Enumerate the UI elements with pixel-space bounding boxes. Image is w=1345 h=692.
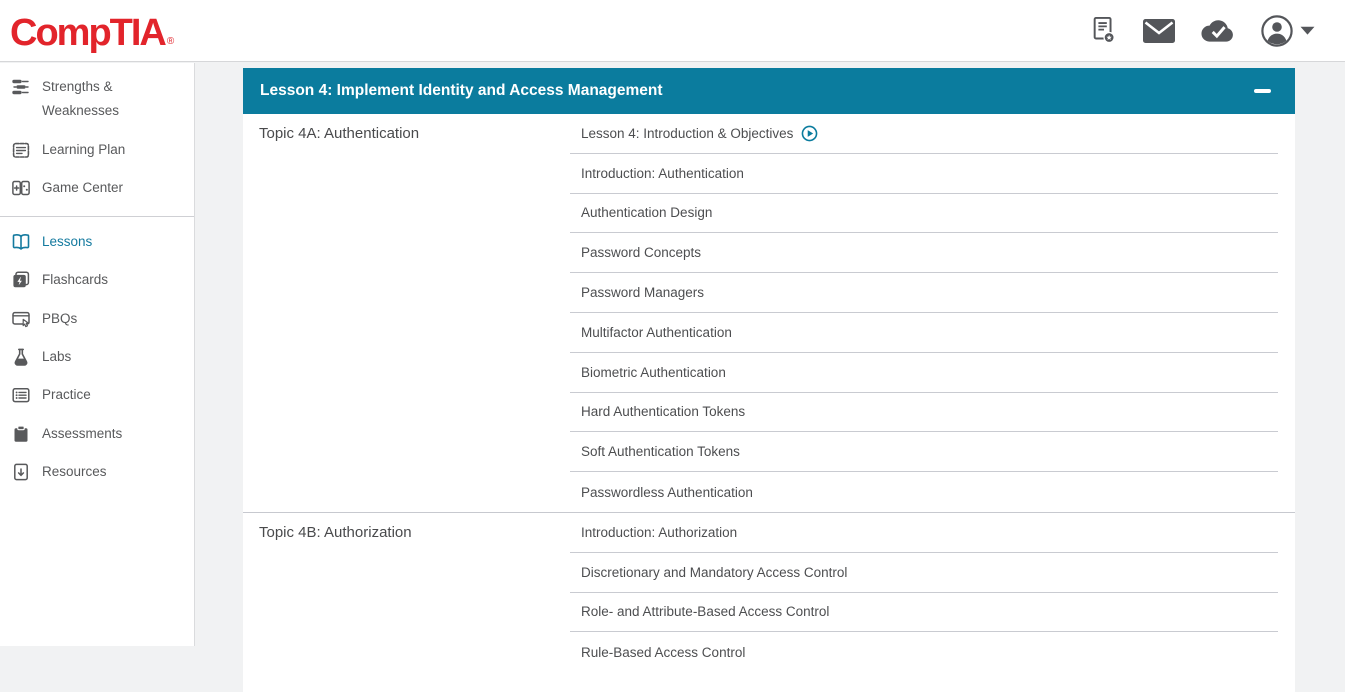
lesson-item-label: Role- and Attribute-Based Access Control [581, 604, 829, 619]
lesson-item[interactable]: Soft Authentication Tokens [570, 432, 1278, 472]
lesson-item-label: Introduction: Authorization [581, 525, 737, 540]
sidebar-item-pbqs[interactable]: PBQs [0, 300, 194, 338]
sidebar-item-label: Practice [42, 383, 91, 407]
lesson-item-label: Introduction: Authentication [581, 166, 744, 181]
topics-list: Topic 4A: Authentication Lesson 4: Intro… [243, 114, 1295, 692]
labs-icon [11, 347, 31, 367]
assessments-icon [11, 424, 31, 444]
lesson-item[interactable]: Discretionary and Mandatory Access Contr… [570, 553, 1278, 593]
lesson-item-label: Multifactor Authentication [581, 325, 732, 340]
sidebar: Strengths & Weaknesses Learning Plan Gam… [0, 63, 195, 646]
game-center-icon [11, 178, 31, 198]
lesson-item[interactable]: Password Managers [570, 273, 1278, 313]
logo-text: CompTIA [10, 10, 165, 52]
lesson-item-label: Password Concepts [581, 245, 701, 260]
registered-mark: ® [167, 36, 174, 47]
topic-section: Topic 4A: Authentication Lesson 4: Intro… [243, 114, 1295, 512]
lesson-item[interactable]: Introduction: Authentication [570, 154, 1278, 194]
sidebar-item-flashcards[interactable]: Flashcards [0, 261, 194, 299]
learning-plan-icon [11, 140, 31, 160]
lesson-item[interactable]: Lesson 4: Introduction & Objectives [570, 114, 1278, 154]
lesson-item-label: Password Managers [581, 285, 704, 300]
lesson-item-label: Biometric Authentication [581, 365, 726, 380]
sidebar-item-assessments[interactable]: Assessments [0, 415, 194, 453]
sidebar-divider [0, 216, 194, 217]
pbqs-icon [11, 309, 31, 329]
lesson-item[interactable]: Introduction: Authorization [570, 513, 1278, 553]
lesson-item[interactable]: Password Concepts [570, 233, 1278, 273]
flashcards-icon [11, 270, 31, 290]
user-avatar-icon [1260, 14, 1294, 48]
lesson-panel: Lesson 4: Implement Identity and Access … [243, 68, 1295, 692]
sidebar-item-label: PBQs [42, 307, 77, 331]
sidebar-item-strengths-weaknesses[interactable]: Strengths & Weaknesses [0, 68, 194, 131]
top-header: CompTIA ® [0, 0, 1345, 62]
topic-items: Introduction: Authorization Discretionar… [570, 513, 1295, 672]
sidebar-item-label: Learning Plan [42, 138, 125, 162]
mail-icon[interactable] [1142, 18, 1176, 44]
lesson-item-label: Hard Authentication Tokens [581, 404, 745, 419]
sidebar-item-label: Resources [42, 460, 107, 484]
sidebar-item-label: Labs [42, 345, 71, 369]
lesson-item-label: Rule-Based Access Control [581, 645, 745, 660]
lesson-item[interactable]: Passwordless Authentication [570, 472, 1278, 512]
survey-icon[interactable] [1090, 15, 1118, 47]
sidebar-item-lessons[interactable]: Lessons [0, 223, 194, 261]
strengths-weaknesses-icon [11, 77, 31, 97]
topic-label: Topic 4A: Authentication [243, 114, 570, 512]
sidebar-item-label: Game Center [42, 176, 123, 200]
topic-label: Topic 4B: Authorization [243, 513, 570, 672]
lesson-item-label: Discretionary and Mandatory Access Contr… [581, 565, 847, 580]
lesson-item[interactable]: Biometric Authentication [570, 353, 1278, 393]
header-icon-bar [1090, 14, 1315, 48]
lesson-item-label: Soft Authentication Tokens [581, 444, 740, 459]
sidebar-item-learning-plan[interactable]: Learning Plan [0, 131, 194, 169]
lesson-title: Lesson 4: Implement Identity and Access … [260, 82, 663, 100]
play-icon[interactable] [801, 125, 818, 142]
topic-section: Topic 4B: Authorization Introduction: Au… [243, 512, 1295, 672]
sidebar-item-label: Lessons [42, 230, 92, 254]
sidebar-item-resources[interactable]: Resources [0, 453, 194, 491]
lesson-item[interactable]: Hard Authentication Tokens [570, 393, 1278, 433]
lesson-item-label: Lesson 4: Introduction & Objectives [581, 126, 793, 141]
sidebar-item-practice[interactable]: Practice [0, 376, 194, 414]
lessons-icon [11, 232, 31, 252]
lesson-item-label: Authentication Design [581, 205, 712, 220]
account-menu-button[interactable] [1260, 14, 1315, 48]
lesson-item[interactable]: Role- and Attribute-Based Access Control [570, 593, 1278, 633]
cloud-sync-icon[interactable] [1200, 17, 1236, 44]
topic-items: Lesson 4: Introduction & Objectives Intr… [570, 114, 1295, 512]
sidebar-item-labs[interactable]: Labs [0, 338, 194, 376]
sidebar-item-label: Flashcards [42, 268, 108, 292]
collapse-icon[interactable] [1254, 89, 1271, 93]
caret-down-icon [1300, 25, 1315, 36]
comptia-logo[interactable]: CompTIA ® [10, 10, 174, 52]
sidebar-item-label: Strengths & Weaknesses [42, 75, 170, 124]
sidebar-item-game-center[interactable]: Game Center [0, 169, 194, 207]
lesson-item-label: Passwordless Authentication [581, 485, 753, 500]
lesson-item[interactable]: Multifactor Authentication [570, 313, 1278, 353]
lesson-item[interactable]: Authentication Design [570, 194, 1278, 234]
lesson-header[interactable]: Lesson 4: Implement Identity and Access … [243, 68, 1295, 114]
sidebar-item-label: Assessments [42, 422, 122, 446]
resources-icon [11, 462, 31, 482]
lesson-item[interactable]: Rule-Based Access Control [570, 632, 1278, 672]
practice-icon [11, 385, 31, 405]
